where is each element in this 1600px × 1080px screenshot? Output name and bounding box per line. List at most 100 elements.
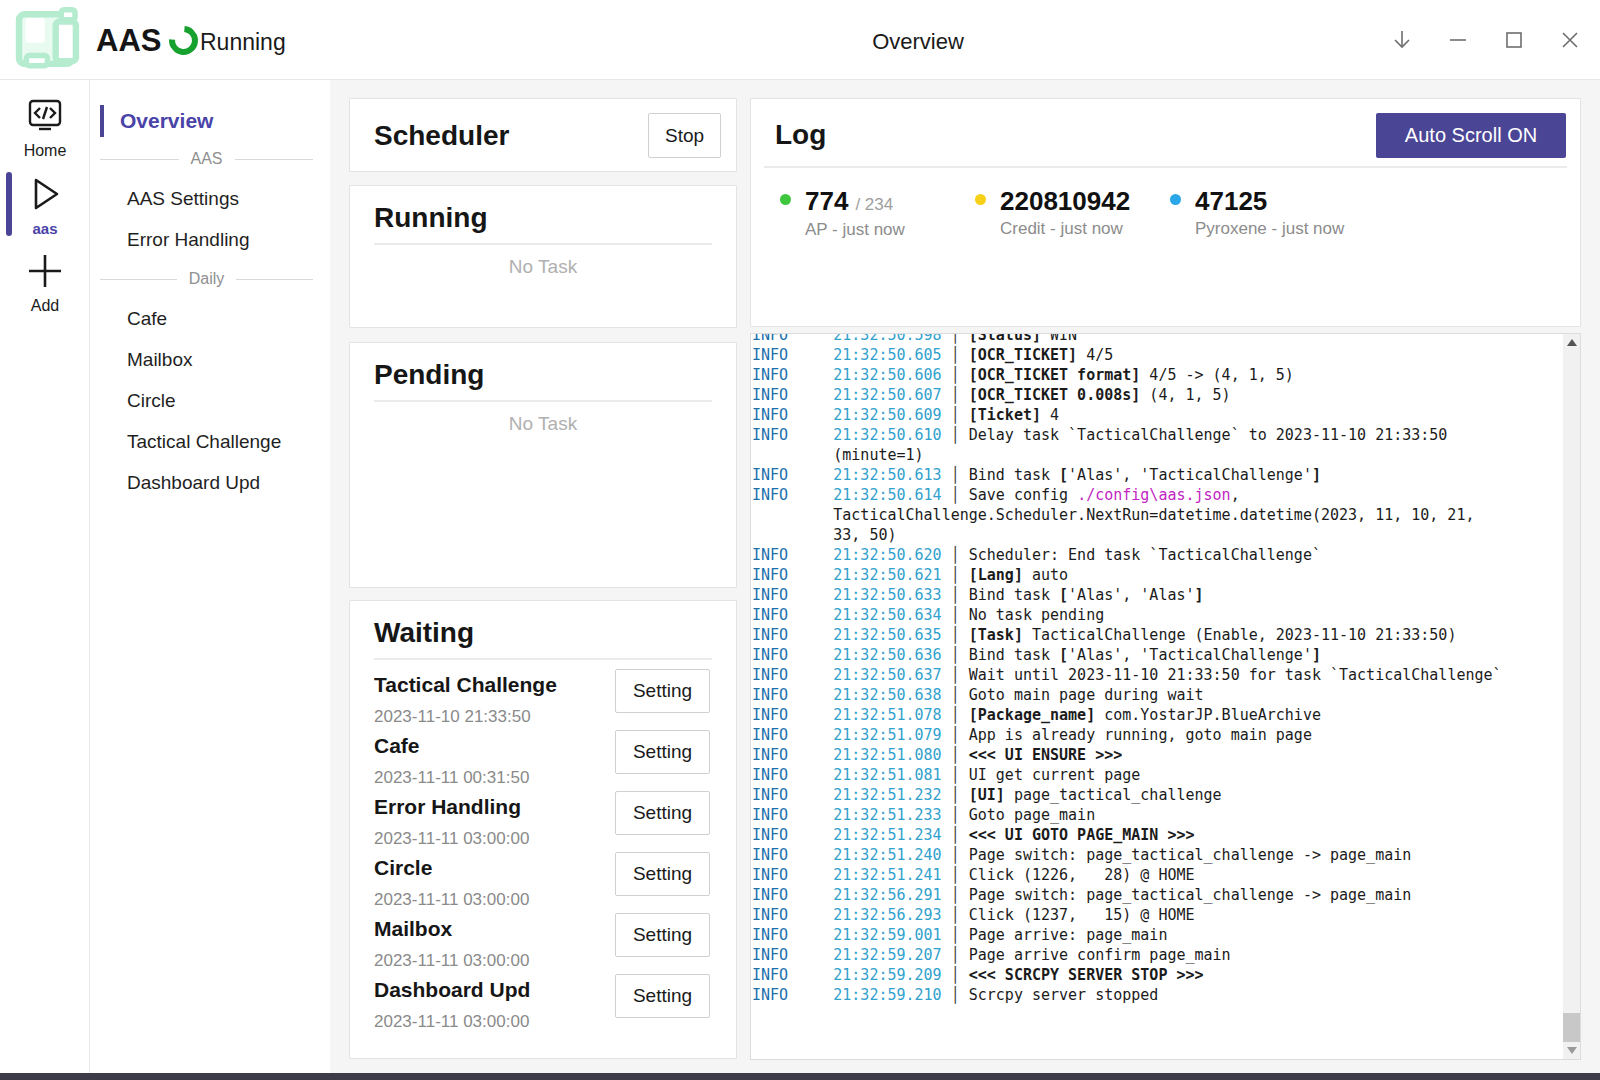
log-row: INFO 21:32:51.232 │ [UI] page_tactical_c…: [752, 785, 1562, 805]
menu-item-overview[interactable]: Overview: [90, 102, 330, 140]
waiting-card: Waiting Tactical Challenge2023-11-10 21:…: [349, 600, 737, 1059]
log-level: INFO: [752, 706, 833, 724]
log-segment: Page arrive: page_main: [969, 926, 1168, 944]
log-row: INFO 21:32:50.609 │ [Ticket] 4: [752, 405, 1562, 425]
menu-divider-aas: AAS: [90, 140, 330, 178]
log-segment: [: [1059, 646, 1068, 664]
log-time: 21:32:56.291: [833, 886, 941, 904]
stop-button[interactable]: Stop: [648, 113, 721, 158]
log-level: INFO: [752, 486, 833, 504]
close-button[interactable]: [1558, 18, 1582, 62]
log-segment: [Status]: [969, 333, 1041, 344]
home-icon: [23, 98, 67, 136]
log-segment: 33, 50): [833, 526, 896, 544]
log-level: INFO: [752, 966, 833, 984]
log-scrollbar[interactable]: [1563, 334, 1580, 1059]
waiting-task: Tactical Challenge2023-11-10 21:33:50Set…: [374, 660, 712, 721]
nav-item-aas[interactable]: aas: [0, 174, 90, 237]
log-segment: (4, 1, 5): [1140, 386, 1230, 404]
scroll-up-icon[interactable]: [1563, 334, 1580, 351]
log-segment: [Ticket]: [969, 406, 1041, 424]
log-time: 21:32:50.606: [833, 366, 941, 384]
menu-item-dashboard-upd[interactable]: Dashboard Upd: [90, 462, 330, 503]
log-segment: page_tactical_challenge: [1005, 786, 1222, 804]
log-time: 21:32:59.210: [833, 986, 941, 1004]
side-menu: OverviewAASAAS SettingsError HandlingDai…: [90, 80, 330, 1073]
log-level: INFO: [752, 366, 833, 384]
log-time: 21:32:51.080: [833, 746, 941, 764]
log-time: 21:32:51.240: [833, 846, 941, 864]
log-segment: [UI]: [969, 786, 1005, 804]
menu-item-cafe[interactable]: Cafe: [90, 298, 330, 339]
log-level: INFO: [752, 333, 833, 344]
log-time: 21:32:59.209: [833, 966, 941, 984]
log-time: 21:32:50.620: [833, 546, 941, 564]
log-segment: [OCR_TICKET 0.008s]: [969, 386, 1141, 404]
menu-item-mailbox[interactable]: Mailbox: [90, 339, 330, 380]
waiting-task: Error Handling2023-11-11 03:00:00Setting: [374, 782, 712, 843]
page-title: Overview: [872, 29, 964, 55]
log-level: INFO: [752, 546, 833, 564]
log-row: INFO 21:32:51.233 │ Goto page_main: [752, 805, 1562, 825]
log-segment: Goto page_main: [969, 806, 1095, 824]
log-row: INFO 21:32:59.207 │ Page arrive confirm …: [752, 945, 1562, 965]
setting-button[interactable]: Setting: [615, 913, 710, 957]
log-level: INFO: [752, 806, 833, 824]
menu-item-error-handling[interactable]: Error Handling: [90, 219, 330, 260]
minimize-button[interactable]: [1446, 18, 1470, 62]
nav-label-aas: aas: [0, 220, 90, 237]
log-segment: Scheduler: End task `TacticalChallenge`: [969, 546, 1321, 564]
log-segment: Scrcpy server stopped: [969, 986, 1159, 1004]
log-level: INFO: [752, 986, 833, 1004]
setting-button[interactable]: Setting: [615, 730, 710, 774]
scroll-down-icon[interactable]: [1563, 1042, 1580, 1059]
log-level: INFO: [752, 386, 833, 404]
log-segment: 'Alas', 'Alas': [1068, 586, 1194, 604]
stat-value: 774: [805, 188, 848, 214]
scrollbar-thumb[interactable]: [1563, 1013, 1580, 1042]
log-level: INFO: [752, 926, 833, 944]
log-row: INFO 21:32:51.241 │ Click (1226, 28) @ H…: [752, 865, 1562, 885]
maximize-button[interactable]: [1502, 18, 1526, 62]
menu-item-label: Mailbox: [127, 349, 192, 371]
setting-button[interactable]: Setting: [615, 791, 710, 835]
waiting-title: Waiting: [374, 616, 712, 650]
log-card: Log Auto Scroll ON 774/ 234AP - just now…: [750, 98, 1581, 327]
log-time: 21:32:50.609: [833, 406, 941, 424]
log-row: INFO 21:32:59.210 │ Scrcpy server stoppe…: [752, 985, 1562, 1005]
log-output[interactable]: INFO 21:32:50.598 │ [Status] WININFO 21:…: [750, 333, 1581, 1060]
log-segment: com.YostarJP.BlueArchive: [1095, 706, 1321, 724]
log-segment: [: [1059, 466, 1068, 484]
setting-button[interactable]: Setting: [615, 852, 710, 896]
nav-item-home[interactable]: Home: [0, 98, 90, 160]
download-button[interactable]: [1390, 18, 1414, 62]
log-segment: 4: [1041, 406, 1059, 424]
menu-item-label: Circle: [127, 390, 176, 412]
log-level: INFO: [752, 866, 833, 884]
auto-scroll-button[interactable]: Auto Scroll ON: [1376, 113, 1566, 158]
menu-item-tactical-challenge[interactable]: Tactical Challenge: [90, 421, 330, 462]
log-stat: 220810942Credit - just now: [975, 188, 1170, 240]
log-segment: Save config: [969, 486, 1077, 504]
menu-item-label: Tactical Challenge: [127, 431, 281, 453]
menu-item-circle[interactable]: Circle: [90, 380, 330, 421]
log-stat: 47125Pyroxene - just now: [1170, 188, 1365, 240]
log-segment: Page arrive confirm page_main: [969, 946, 1231, 964]
setting-button[interactable]: Setting: [615, 669, 710, 713]
menu-divider-label: AAS: [179, 150, 235, 168]
menu-item-label: AAS Settings: [127, 188, 239, 210]
log-level: INFO: [752, 886, 833, 904]
log-segment: WIN: [1041, 333, 1077, 344]
app-logo-icon: [8, 4, 86, 76]
nav-item-add[interactable]: Add: [0, 251, 90, 315]
log-time: 21:32:51.241: [833, 866, 941, 884]
stat-label: Credit - just now: [1000, 219, 1130, 239]
setting-button[interactable]: Setting: [615, 974, 710, 1018]
log-segment: ]: [1312, 466, 1321, 484]
menu-item-label: Cafe: [127, 308, 167, 330]
running-card: Running No Task: [349, 185, 737, 328]
window-bottom-edge: [0, 1073, 1600, 1080]
menu-item-aas-settings[interactable]: AAS Settings: [90, 178, 330, 219]
log-time: 21:32:50.613: [833, 466, 941, 484]
log-time: 21:32:50.621: [833, 566, 941, 584]
